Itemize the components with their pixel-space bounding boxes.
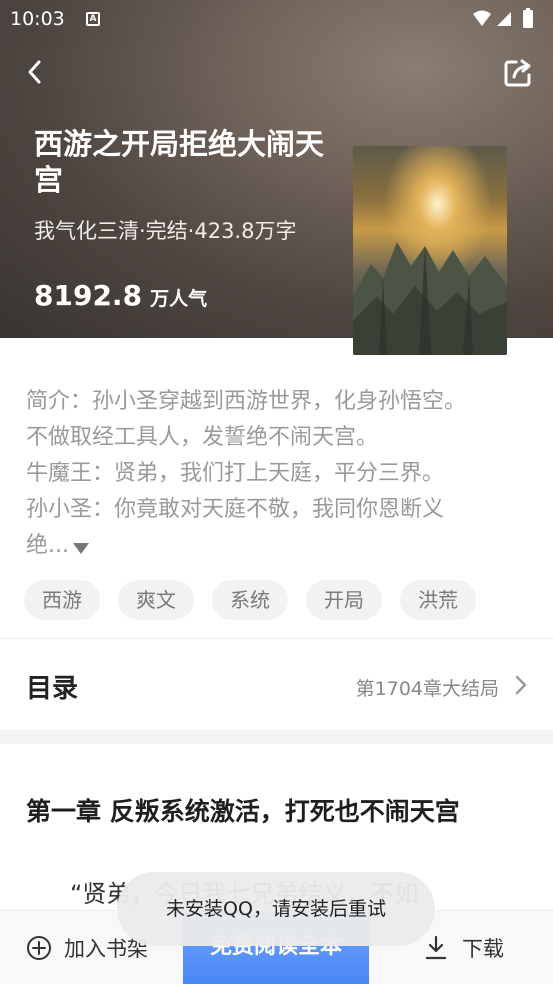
chevron-right-icon: [515, 675, 527, 695]
intro-line: 牛魔王：贤弟，我们打上天庭，平分三界。: [26, 461, 445, 486]
share-icon: [504, 59, 531, 87]
status-time: 10:03: [10, 8, 65, 30]
tag-chip[interactable]: 开局: [306, 580, 382, 620]
share-button[interactable]: [501, 56, 535, 90]
tag-chip[interactable]: 西游: [24, 580, 100, 620]
popularity-unit: 万人气: [150, 288, 208, 310]
expand-caret-icon[interactable]: [72, 542, 89, 554]
plus-circle-icon: [27, 936, 51, 960]
divider: [0, 638, 553, 639]
catalog-row[interactable]: 目录 第1704章大结局: [0, 640, 553, 730]
intro-line: 不做取经工具人，发誓绝不闹天宫。: [26, 425, 379, 450]
toast-message: 未安装QQ，请安装后重试: [117, 872, 435, 946]
catalog-title: 目录: [26, 674, 79, 704]
chevron-left-icon: [28, 60, 41, 84]
chapter-title: 第一章 反叛系统激活，打死也不闹天宫: [26, 797, 460, 826]
intro-last-line: 绝...: [26, 533, 69, 558]
book-intro[interactable]: 简介：孙小圣穿越到西游世界，化身孙悟空。 不做取经工具人，发誓绝不闹天宫。 牛魔…: [26, 384, 526, 564]
download-icon: [425, 935, 447, 960]
tag-list: 西游 爽文 系统 开局 洪荒: [24, 580, 476, 620]
popularity: 8192.8 万人气: [34, 279, 207, 312]
tag-chip[interactable]: 爽文: [118, 580, 194, 620]
intro-line: 简介：孙小圣穿越到西游世界，化身孙悟空。: [26, 389, 467, 414]
popularity-value: 8192.8: [34, 279, 143, 312]
book-detail-screen: 10:03 A 西游之开局拒绝大闹天宫 我气化三清·完结·423.8万字 819…: [0, 0, 553, 984]
book-title: 西游之开局拒绝大闹天宫: [34, 127, 325, 197]
intro-line: 绝...: [26, 528, 526, 564]
download-button[interactable]: 下载: [424, 933, 504, 963]
cover-art: [353, 146, 507, 355]
status-bar: 10:03 A: [0, 0, 553, 38]
tag-chip[interactable]: 洪荒: [400, 580, 476, 620]
tag-chip[interactable]: 系统: [212, 580, 288, 620]
download-label: 下载: [462, 937, 504, 961]
book-meta: 我气化三清·完结·423.8万字: [34, 219, 297, 243]
back-button[interactable]: [18, 56, 50, 88]
book-cover[interactable]: [353, 146, 507, 355]
latest-chapter: 第1704章大结局: [355, 678, 499, 700]
notification-icon: A: [86, 12, 100, 26]
section-separator: [0, 730, 553, 744]
intro-line: 孙小圣：你竟敢对天庭不敬，我同你恩断义: [26, 497, 445, 522]
signal-battery-icon: [473, 8, 533, 28]
